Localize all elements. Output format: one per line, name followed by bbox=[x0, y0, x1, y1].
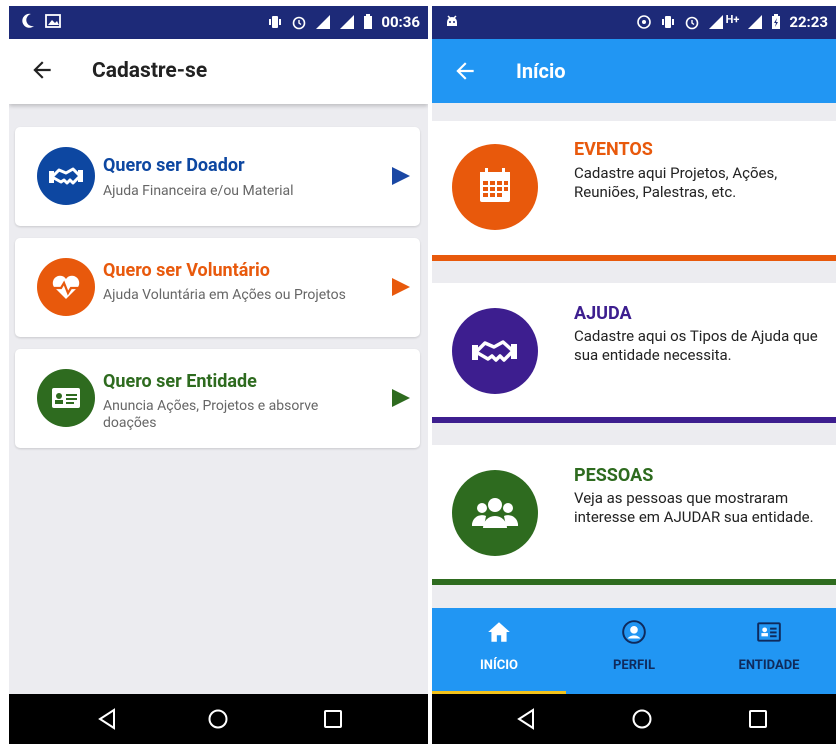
signal-icon bbox=[316, 15, 331, 29]
vibrate-icon bbox=[661, 16, 674, 28]
nav-home-icon[interactable] bbox=[630, 707, 654, 731]
arrow-right-icon bbox=[392, 167, 410, 185]
option-subtitle: Ajuda Financeira e/ou Material bbox=[103, 183, 294, 199]
option-title: Quero ser Doador bbox=[103, 155, 245, 176]
profile-icon bbox=[622, 620, 646, 644]
app-bar: Cadastre-se bbox=[9, 39, 428, 104]
card-accent-bar bbox=[432, 579, 836, 585]
card-title: AJUDA bbox=[574, 303, 632, 324]
option-voluntario-card[interactable]: Quero ser Voluntário Ajuda Voluntária em… bbox=[15, 238, 420, 337]
arrow-right-icon bbox=[392, 278, 410, 296]
eventos-card[interactable]: EVENTOS Cadastre aqui Projetos, Ações, R… bbox=[432, 121, 836, 261]
nav-recents-icon[interactable] bbox=[746, 707, 770, 731]
tab-label: INÍCIO bbox=[479, 658, 519, 673]
signal-icon-2 bbox=[340, 15, 355, 29]
signal-icon bbox=[708, 15, 723, 29]
option-subtitle: Ajuda Voluntária em Ações ou Projetos bbox=[103, 287, 346, 303]
tab-label: ENTIDADE bbox=[738, 658, 800, 673]
bottom-navigation: INÍCIO PERFIL ENTIDADE bbox=[432, 608, 836, 694]
vibrate-icon bbox=[269, 16, 282, 28]
battery-icon bbox=[364, 14, 373, 29]
heart-pulse-icon bbox=[37, 258, 95, 316]
id-card-icon bbox=[757, 622, 781, 642]
card-title: EVENTOS bbox=[574, 139, 653, 160]
card-accent-bar bbox=[432, 255, 836, 261]
ajuda-card[interactable]: AJUDA Cadastre aqui os Tipos de Ajuda qu… bbox=[432, 283, 836, 423]
option-entidade-card[interactable]: Quero ser Entidade Anuncia Ações, Projet… bbox=[15, 349, 420, 448]
option-title: Quero ser Entidade bbox=[103, 371, 257, 392]
id-card-icon bbox=[37, 369, 95, 427]
handshake-icon bbox=[452, 308, 538, 394]
alarm-icon bbox=[685, 16, 698, 30]
back-arrow-icon[interactable] bbox=[29, 57, 55, 83]
android-debug-icon bbox=[447, 15, 457, 26]
nav-recents-icon[interactable] bbox=[321, 707, 345, 731]
card-title: PESSOAS bbox=[574, 465, 654, 486]
pessoas-card[interactable]: PESSOAS Veja as pessoas que mostraram in… bbox=[432, 445, 836, 585]
card-accent-bar bbox=[432, 417, 836, 423]
alarm-icon bbox=[293, 16, 306, 30]
moon-icon bbox=[22, 13, 34, 28]
network-type: H+ bbox=[725, 12, 740, 26]
left-screen: 00:36 Cadastre-se Quero ser Doador Ajuda… bbox=[9, 6, 428, 744]
option-subtitle: Anuncia Ações, Projetos e absorve doaçõe… bbox=[103, 398, 319, 431]
android-nav-bar bbox=[432, 694, 836, 744]
card-description: Cadastre aqui os Tipos de Ajuda que sua … bbox=[574, 327, 818, 364]
tab-inicio[interactable]: INÍCIO bbox=[432, 608, 566, 694]
signal-icon-2 bbox=[748, 15, 763, 29]
back-arrow-icon[interactable] bbox=[452, 58, 478, 84]
status-time: 22:23 bbox=[789, 13, 828, 31]
tab-label: PERFIL bbox=[613, 658, 655, 673]
tab-entidade[interactable]: ENTIDADE bbox=[702, 608, 836, 694]
home-icon bbox=[488, 622, 510, 642]
handshake-icon bbox=[37, 147, 95, 205]
calendar-icon bbox=[452, 144, 538, 230]
nav-back-icon[interactable] bbox=[514, 707, 538, 731]
card-description: Cadastre aqui Projetos, Ações, Reuniões,… bbox=[574, 164, 778, 201]
battery-charging-icon bbox=[772, 14, 781, 29]
image-notification-icon bbox=[45, 14, 61, 28]
status-time: 00:36 bbox=[381, 13, 420, 31]
arrow-right-icon bbox=[392, 389, 410, 407]
android-nav-bar bbox=[9, 694, 428, 744]
page-title: Cadastre-se bbox=[92, 59, 208, 83]
status-bar: H+ 22:23 bbox=[432, 6, 836, 39]
page-title: Início bbox=[516, 59, 566, 83]
app-bar: Início bbox=[432, 39, 836, 103]
people-icon bbox=[452, 470, 538, 556]
nav-home-icon[interactable] bbox=[206, 707, 230, 731]
card-description: Veja as pessoas que mostraram interesse … bbox=[574, 489, 814, 526]
nav-back-icon[interactable] bbox=[95, 707, 119, 731]
hotspot-icon bbox=[636, 15, 651, 29]
tab-perfil[interactable]: PERFIL bbox=[567, 608, 701, 694]
option-title: Quero ser Voluntário bbox=[103, 260, 270, 281]
option-doador-card[interactable]: Quero ser Doador Ajuda Financeira e/ou M… bbox=[15, 127, 420, 226]
right-screen: H+ 22:23 Início EVENTOS Cadastre aqui Pr… bbox=[432, 6, 836, 744]
status-bar: 00:36 bbox=[9, 6, 428, 39]
